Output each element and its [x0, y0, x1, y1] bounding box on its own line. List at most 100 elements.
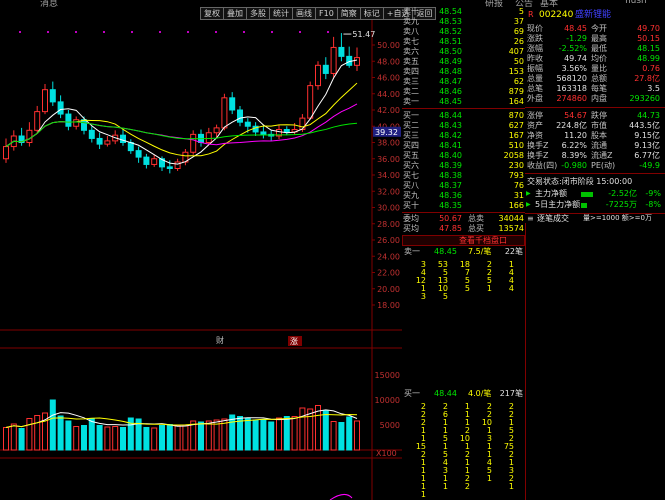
sell-level-row[interactable]: 卖六 48.50 407 — [402, 47, 525, 57]
view-full-depth-button[interactable]: 查看千档盘口 — [402, 235, 525, 246]
queue-order-size: 3 — [420, 292, 426, 301]
sell-level-row[interactable]: 卖三 48.47 62 — [402, 77, 525, 87]
volume-bar — [143, 427, 150, 451]
quote-label: 流通Z — [591, 151, 613, 160]
level-label: 买六 — [403, 161, 419, 170]
buy-level-row[interactable]: 买一 48.44 870 — [402, 111, 525, 121]
quote-label: 跌停 — [591, 111, 607, 120]
sell-level-row[interactable]: 卖四 48.48 153 — [402, 67, 525, 77]
toolbar-button[interactable]: 标记 — [360, 7, 384, 20]
queue-order-size: 1 — [442, 482, 448, 491]
top-menu-item[interactable]: 基本 — [540, 0, 558, 7]
sell-level-row[interactable]: 卖五 48.49 50 — [402, 57, 525, 67]
top-menu-item[interactable]: 消息 — [40, 0, 58, 7]
quote-value: 224.8亿 — [556, 121, 587, 130]
level-price: 48.38 — [439, 171, 462, 180]
volume-bar — [205, 420, 212, 451]
buy-queue-header: 买一 48.44 4.0/笔 217笔 — [402, 388, 525, 400]
toolbar-button[interactable]: 画线 — [293, 7, 316, 20]
quote-row: 资产 224.8亿 市值 443.5亿 — [525, 121, 665, 131]
buy-level-row[interactable]: 买五 48.40 2058 — [402, 151, 525, 161]
kline-chart-panel[interactable]: 50.00 48.00 46.00 44.00 42.00 40.00 38.00 36.00… — [0, 20, 402, 500]
volume-bar — [18, 428, 25, 451]
flow-bar — [581, 192, 593, 197]
buy-level-row[interactable]: 买十 48.35 166 — [402, 201, 525, 211]
quote-label: 涨停 — [527, 111, 543, 120]
volume-bar — [120, 427, 126, 451]
trade-ticks-filter[interactable]: 量>=1000 额>=0万 — [583, 214, 652, 223]
candle-body — [244, 121, 251, 127]
candle-body — [190, 133, 197, 153]
toolbar-button[interactable]: 统计 — [270, 7, 293, 20]
price-tick-label: 48.00 — [377, 57, 400, 66]
kline-chart-svg[interactable]: 50.0048.0046.0044.0042.0040.0038.0036.00… — [0, 20, 402, 500]
quote-value: 48.15 — [637, 44, 660, 53]
quote-value: 50.15 — [637, 34, 660, 43]
flow-icon: ▶ — [526, 190, 531, 197]
volume-bar — [166, 424, 173, 451]
level-label: 卖六 — [403, 47, 419, 56]
finance-event-marker: 财 — [216, 335, 224, 345]
sell-level-row[interactable]: 卖十 48.54 5 — [402, 7, 525, 17]
buy-level-row[interactable]: 买八 48.37 76 — [402, 181, 525, 191]
toolbar-button[interactable]: 叠加 — [224, 7, 247, 20]
top-menu-item[interactable]: flush — [625, 0, 647, 6]
quote-value: 48.99 — [637, 54, 660, 63]
level-volume: 62 — [513, 77, 524, 86]
sell-level-row[interactable]: 卖九 48.53 37 — [402, 17, 525, 27]
sell-level-row[interactable]: 卖七 48.51 26 — [402, 37, 525, 47]
candle-body — [299, 117, 306, 130]
top-menu-item[interactable]: 公告 — [515, 0, 533, 7]
candle-body — [120, 134, 126, 143]
buy-level-row[interactable]: 买二 48.43 627 — [402, 121, 525, 131]
quote-value: -49.9 — [639, 161, 660, 170]
volume-bar — [346, 416, 353, 451]
queue-order-size: 2 — [464, 482, 470, 491]
volume-bar — [159, 425, 165, 451]
toolbar-button[interactable]: 简察 — [337, 7, 361, 20]
buy-level-row[interactable]: 买九 48.36 31 — [402, 191, 525, 201]
buy-level-row[interactable]: 买七 48.38 793 — [402, 171, 525, 181]
quote-label: 最低 — [591, 44, 607, 53]
trade-ticks-header[interactable]: ≡ 逐笔成交 量>=1000 额>=0万 — [525, 213, 665, 223]
queue-total-orders: 217笔 — [499, 389, 523, 398]
level-volume: 166 — [508, 201, 524, 210]
event-dot — [243, 31, 245, 33]
event-dot — [19, 31, 21, 33]
buy-queue-panel: 买一 48.44 4.0/笔 217笔 2 2 1 2 2 2 6 1 2 2 2 1 1 10 1 1 1 2 1 5 1 5 1… — [402, 388, 525, 500]
flow-pct: -8% — [645, 200, 661, 209]
current-price-tag-label: 39.32 — [375, 128, 398, 137]
level-price: 48.40 — [439, 151, 462, 160]
summary-avg-price: 47.85 — [439, 224, 462, 233]
level-price: 48.47 — [439, 77, 462, 86]
book-divider — [402, 212, 525, 213]
volume-bar — [112, 426, 119, 451]
sell-level-row[interactable]: 卖一 48.45 164 — [402, 97, 525, 107]
sell-level-row[interactable]: 卖八 48.52 69 — [402, 27, 525, 37]
summary-label-2: 总买 — [468, 224, 484, 233]
stock-header[interactable]: 002240 盛新锂能 R — [525, 9, 665, 21]
level-label: 买八 — [403, 181, 419, 190]
quote-row: 净资 11.20 股本 9.15亿 — [525, 131, 665, 141]
volume-bar — [244, 418, 251, 451]
buy-level-row[interactable]: 买四 48.41 510 — [402, 141, 525, 151]
toolbar-button[interactable]: 多股 — [247, 7, 270, 20]
view-full-depth-label: 查看千档盘口 — [459, 236, 507, 245]
level-label: 卖七 — [403, 37, 419, 46]
volume-tick-label: 5000 — [380, 421, 400, 430]
quote-value: 48.45 — [564, 24, 587, 33]
toolbar-button[interactable]: F10 — [316, 7, 338, 20]
queue-order-size: 1 — [508, 482, 514, 491]
quote-row: 外盘 274860 内盘 293260 — [525, 94, 665, 104]
quote-label: 量比 — [591, 64, 607, 73]
quote-value: 27.8亿 — [634, 74, 660, 83]
toolbar-button[interactable]: 复权 — [200, 7, 224, 20]
sell-queue-panel: 卖一 48.45 7.5/笔 22笔 3 53 18 2 1 4 5 7 2 4 12 13 5 5 4 1 10 5 1 4… — [402, 246, 525, 386]
level-label: 卖九 — [403, 17, 419, 26]
queue-order-size: 5 — [442, 292, 448, 301]
buy-level-row[interactable]: 买三 48.42 167 — [402, 131, 525, 141]
top-menu-item[interactable]: 研报 — [485, 0, 503, 7]
quote-label: 振幅 — [527, 64, 543, 73]
buy-level-row[interactable]: 买六 48.39 230 — [402, 161, 525, 171]
sell-level-row[interactable]: 卖二 48.46 879 — [402, 87, 525, 97]
